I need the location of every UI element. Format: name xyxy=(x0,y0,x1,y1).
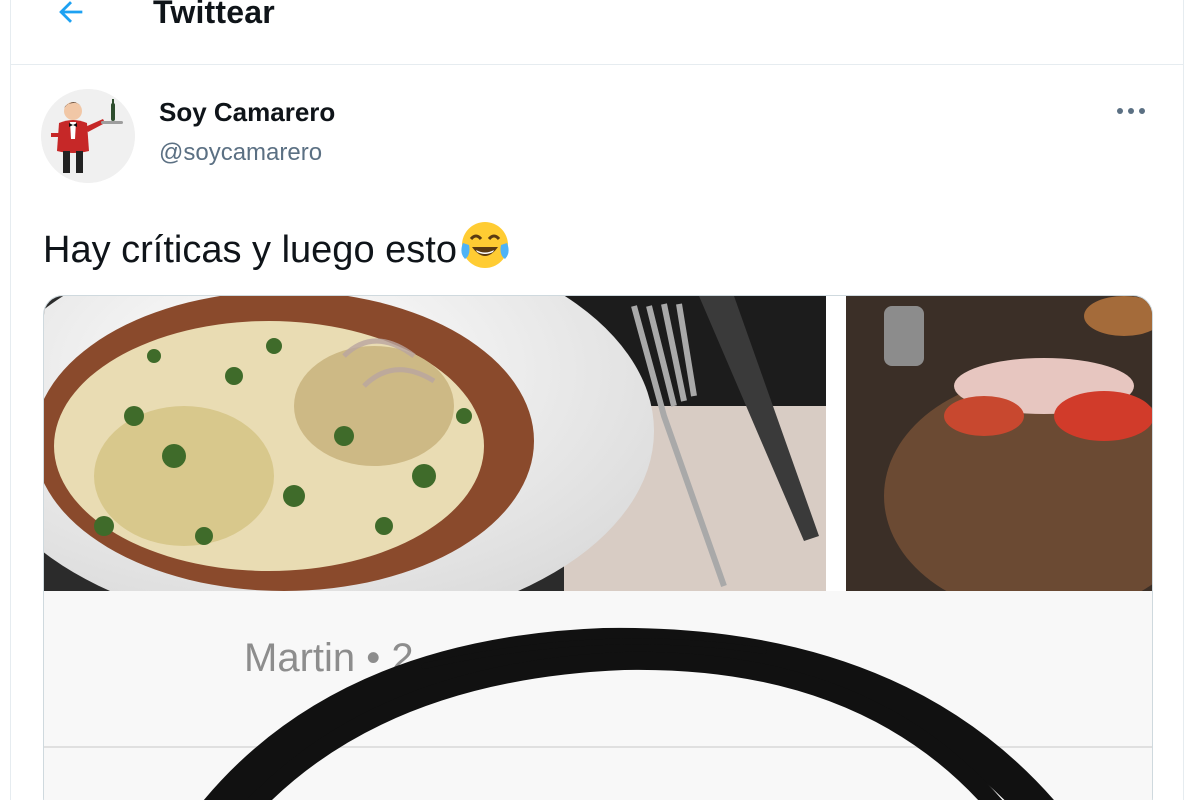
arrow-left-icon xyxy=(59,1,83,23)
food-photo: Martin • 2 xyxy=(44,296,1152,800)
page-header: Twittear xyxy=(11,0,1183,65)
more-options-button[interactable] xyxy=(1109,93,1153,129)
author-handle[interactable]: @soycamarero xyxy=(159,139,322,167)
page-title: Twittear xyxy=(153,0,275,30)
tweet-text: Hay críticas y luego esto xyxy=(43,219,511,281)
tweet-page: Twittear Soy Camarero @soycamarero Hay c… xyxy=(10,0,1184,800)
author-avatar[interactable] xyxy=(41,89,135,183)
waiter-avatar xyxy=(41,89,135,183)
face-with-tears-of-joy-icon xyxy=(459,219,511,281)
tweet-text-content: Hay críticas y luego esto xyxy=(43,228,457,271)
author-display-name[interactable]: Soy Camarero xyxy=(159,97,335,128)
tweet-media-image[interactable]: Martin • 2 xyxy=(43,295,1153,800)
tweet: Soy Camarero @soycamarero Hay críticas y… xyxy=(11,65,1183,800)
more-horizontal-icon xyxy=(1117,108,1145,114)
back-button[interactable] xyxy=(47,0,95,36)
